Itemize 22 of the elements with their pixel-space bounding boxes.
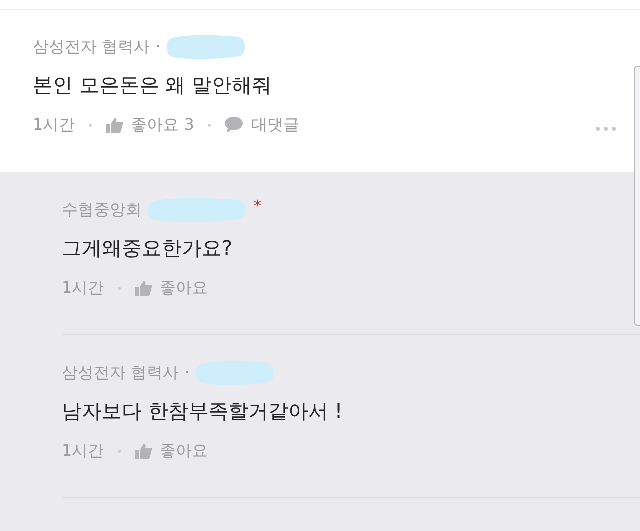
comment-text: 남자보다 한참부족할거같아서 ! <box>62 398 344 425</box>
time-label: 1시간 <box>33 114 76 136</box>
time-label: 1시간 <box>62 277 104 299</box>
company-name: 삼성전자 협력사 <box>33 36 150 58</box>
comment-text: 본인 모은돈은 왜 말안해줘 <box>33 72 274 99</box>
comment-text: 그게왜중요한가요? <box>62 235 234 262</box>
more-options-icon[interactable] <box>596 125 616 133</box>
like-button[interactable]: 좋아요 3 <box>106 113 194 137</box>
asterisk-mark: * <box>254 196 262 217</box>
thumbs-up-icon <box>106 118 124 132</box>
time-label: 1시간 <box>62 440 104 462</box>
company-name: 수협중앙회 <box>62 199 142 221</box>
reply-button[interactable]: 대댓글 <box>225 113 300 137</box>
like-button[interactable]: 좋아요 <box>135 439 208 463</box>
separator-dot: · <box>185 364 190 382</box>
thumbs-up-icon <box>135 444 152 458</box>
like-button[interactable]: 좋아요 <box>135 276 208 300</box>
speech-bubble-icon <box>225 117 244 133</box>
scrollbar[interactable] <box>634 66 640 326</box>
separator-dot: · <box>156 38 161 56</box>
company-name: 삼성전자 협력사 <box>62 362 180 384</box>
thumbs-up-icon <box>135 280 152 296</box>
